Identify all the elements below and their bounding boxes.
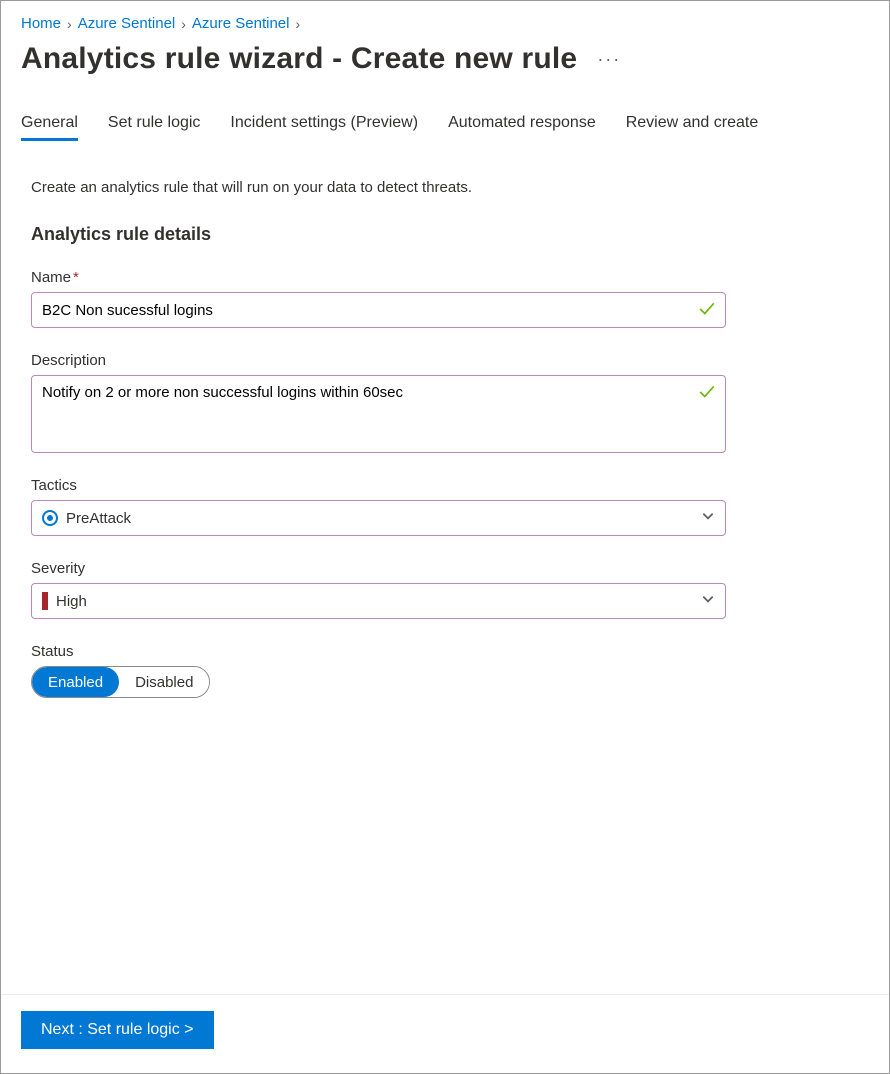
section-heading: Analytics rule details	[31, 224, 726, 245]
more-actions-icon[interactable]: ···	[597, 49, 621, 70]
severity-dropdown[interactable]: High	[31, 583, 726, 619]
description-field-group: Description	[31, 352, 726, 453]
chevron-right-icon: ›	[67, 16, 72, 32]
tactics-field-group: Tactics PreAttack	[31, 477, 726, 536]
next-button[interactable]: Next : Set rule logic >	[21, 1011, 214, 1049]
chevron-right-icon: ›	[295, 16, 300, 32]
description-label: Description	[31, 352, 726, 369]
tactics-dropdown[interactable]: PreAttack	[31, 500, 726, 536]
severity-indicator-icon	[42, 592, 48, 610]
status-label: Status	[31, 643, 726, 660]
tactics-selected: PreAttack	[66, 510, 131, 527]
severity-field-group: Severity High	[31, 560, 726, 619]
status-disabled-option[interactable]: Disabled	[119, 667, 209, 697]
breadcrumb-sentinel-1[interactable]: Azure Sentinel	[78, 15, 176, 32]
status-toggle: Enabled Disabled	[31, 666, 210, 698]
name-input[interactable]	[31, 292, 726, 328]
name-field-group: Name*	[31, 269, 726, 328]
tab-general[interactable]: General	[21, 114, 78, 141]
name-label-text: Name	[31, 269, 71, 286]
tab-set-rule-logic[interactable]: Set rule logic	[108, 114, 201, 141]
required-star-icon: *	[73, 269, 79, 286]
tab-incident-settings[interactable]: Incident settings (Preview)	[230, 114, 418, 141]
tab-review-create[interactable]: Review and create	[626, 114, 759, 141]
breadcrumb: Home › Azure Sentinel › Azure Sentinel ›	[21, 15, 869, 32]
chevron-right-icon: ›	[181, 16, 186, 32]
wizard-tabs: General Set rule logic Incident settings…	[21, 114, 869, 141]
wizard-footer: Next : Set rule logic >	[1, 994, 889, 1073]
page-title: Analytics rule wizard - Create new rule	[21, 42, 577, 76]
chevron-down-icon	[701, 592, 715, 610]
status-enabled-option[interactable]: Enabled	[32, 667, 119, 697]
severity-selected: High	[56, 593, 87, 610]
tactics-label: Tactics	[31, 477, 726, 494]
intro-text: Create an analytics rule that will run o…	[31, 179, 726, 196]
page-header: Analytics rule wizard - Create new rule …	[21, 42, 869, 76]
name-label: Name*	[31, 269, 726, 286]
chevron-down-icon	[701, 509, 715, 527]
description-input[interactable]	[31, 375, 726, 453]
target-icon	[42, 510, 58, 526]
breadcrumb-sentinel-2[interactable]: Azure Sentinel	[192, 15, 290, 32]
status-field-group: Status Enabled Disabled	[31, 643, 726, 698]
form-content: Create an analytics rule that will run o…	[21, 179, 726, 698]
severity-label: Severity	[31, 560, 726, 577]
tab-automated-response[interactable]: Automated response	[448, 114, 596, 141]
breadcrumb-home[interactable]: Home	[21, 15, 61, 32]
